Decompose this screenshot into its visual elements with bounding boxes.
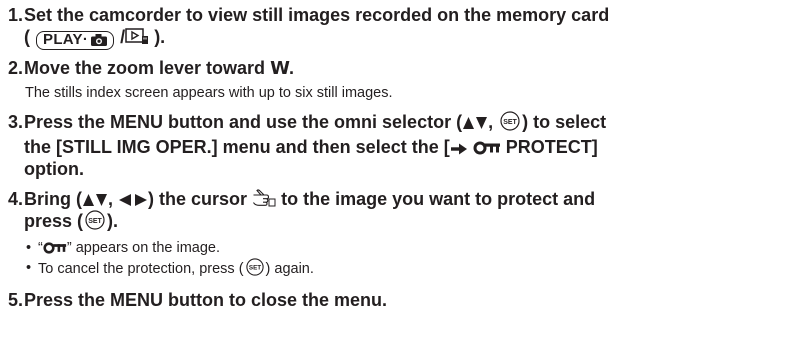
step-4-comma: , xyxy=(108,188,114,209)
protect-key-icon xyxy=(43,241,66,254)
step-1-number: 1. xyxy=(8,5,24,25)
step-4-text-d: to the image you want to protect and xyxy=(281,188,596,209)
bullet-dot: • xyxy=(26,239,32,256)
zoom-wide-letter: W xyxy=(270,57,290,79)
play-label: PLAY· xyxy=(43,31,89,48)
step-2-text: Move the zoom lever toward xyxy=(24,57,266,78)
step-5: 5. Press the MENU button to close the me… xyxy=(8,289,778,311)
step-2-title: Move the zoom lever toward W. xyxy=(24,57,778,80)
step-5-title: Press the MENU button to close the menu. xyxy=(24,289,388,310)
step-1-title: Set the camcorder to view still images r… xyxy=(24,4,778,50)
step-4: 4. Bring (, ) the cursor to the image yo… xyxy=(8,188,778,282)
left-right-arrows-icon xyxy=(119,193,148,206)
set-button-icon: SET xyxy=(245,257,264,282)
set-button-icon: SET xyxy=(500,110,520,136)
instruction-document: 1. Set the camcorder to view still image… xyxy=(8,4,778,311)
bullet-2-pre: To cancel the protection, press ( xyxy=(38,260,244,277)
list-item: • To cancel the protection, press ( SET ) … xyxy=(24,257,778,282)
list-item: • “” appears on the image. xyxy=(24,238,778,258)
card-playback-icon xyxy=(125,28,149,44)
step-3-number: 3. xyxy=(8,111,24,132)
step-4-bullets: • “” appears on the image. • To cancel t… xyxy=(24,238,778,282)
protect-key-icon xyxy=(473,141,500,154)
step-3-text-f: option. xyxy=(24,158,84,179)
step-4-text-c: ) the cursor xyxy=(148,188,248,209)
step-2-period: . xyxy=(288,57,294,78)
step-1-close-paren: ). xyxy=(154,27,166,47)
bullet-1-post: ” appears on the image. xyxy=(66,239,220,256)
step-4-number: 4. xyxy=(8,188,24,209)
step-1-open-paren: ( xyxy=(24,27,30,47)
set-button-label: SET xyxy=(248,264,260,271)
step-4-text-a: Bring ( xyxy=(24,188,82,209)
step-4-title: Bring (, ) the cursor to the image you w… xyxy=(24,188,778,235)
bullet-2-post: ) again. xyxy=(265,260,314,277)
step-3-text-c: ) to select xyxy=(522,111,607,132)
step-1-text: Set the camcorder to view still images r… xyxy=(24,5,610,25)
step-3-title: Press the MENU button and use the omni s… xyxy=(24,110,778,180)
step-3-text-e: PROTECT] xyxy=(505,136,598,157)
set-button-label: SET xyxy=(88,218,102,225)
step-4-text-f: ). xyxy=(107,210,119,231)
step-3-comma: , xyxy=(488,111,494,132)
right-arrow-icon xyxy=(450,143,467,154)
camera-icon xyxy=(91,34,108,46)
step-3-text-a: Press the MENU button and use the omni s… xyxy=(24,111,463,132)
step-4-text-e: press ( xyxy=(24,210,84,231)
up-down-arrows-icon xyxy=(463,116,488,129)
step-1: 1. Set the camcorder to view still image… xyxy=(8,4,778,50)
set-button-icon: SET xyxy=(85,209,105,235)
step-3-text-d: the [STILL IMG OPER.] menu and then sele… xyxy=(24,136,450,157)
up-down-arrows-icon xyxy=(83,193,107,206)
play-mode-badge: PLAY· xyxy=(36,30,115,50)
pointing-hand-cursor-icon xyxy=(253,188,276,206)
bullet-dot: • xyxy=(26,259,32,276)
step-2: 2. Move the zoom lever toward W. The sti… xyxy=(8,57,778,103)
set-button-label: SET xyxy=(503,119,517,126)
step-2-number: 2. xyxy=(8,57,24,78)
step-5-number: 5. xyxy=(8,289,24,310)
step-2-note: The stills index screen appears with up … xyxy=(25,84,393,101)
step-3: 3. Press the MENU button and use the omn… xyxy=(8,110,778,180)
